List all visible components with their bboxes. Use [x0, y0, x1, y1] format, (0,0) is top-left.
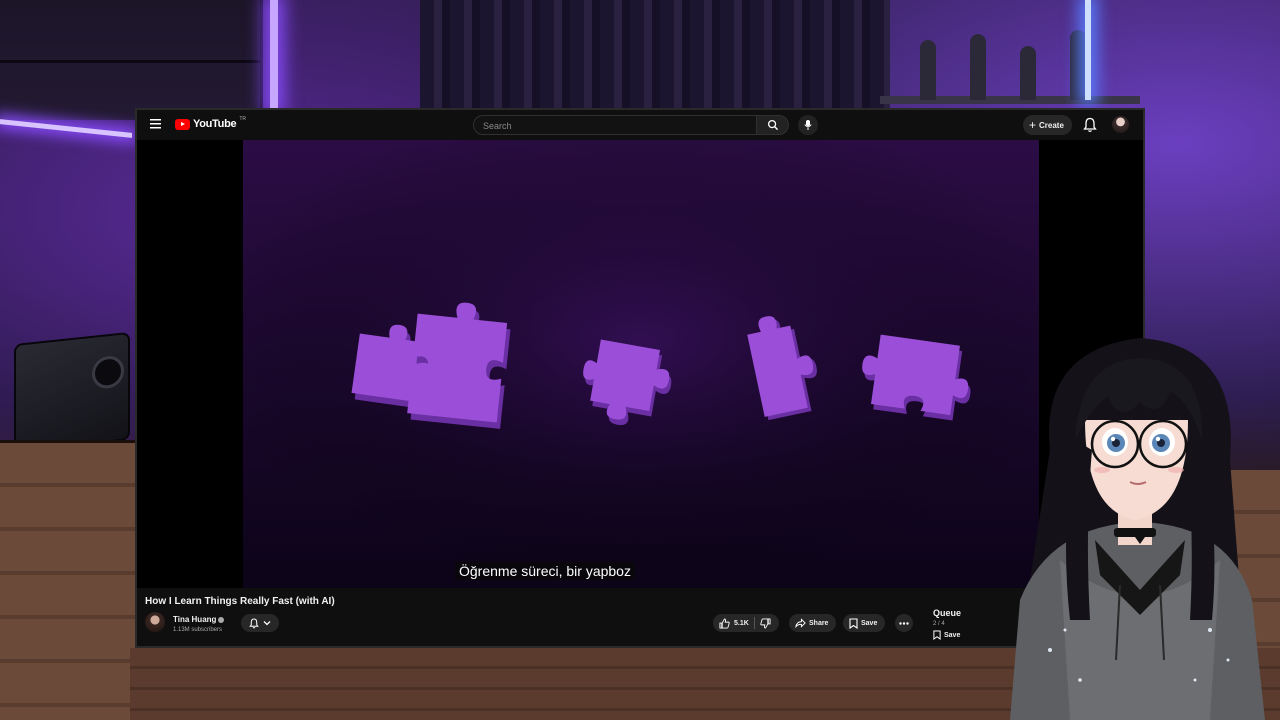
- bell-icon[interactable]: [1083, 117, 1097, 133]
- like-count[interactable]: 5.1K: [734, 620, 749, 627]
- queue-title[interactable]: Queue: [933, 608, 961, 618]
- youtube-topbar: YouTube TR + Create: [137, 110, 1143, 140]
- queue-save-button[interactable]: Save: [933, 630, 960, 640]
- bookmark-icon: [933, 630, 941, 640]
- like-dislike-group: 5.1K: [713, 614, 779, 632]
- wall-shelf: [0, 0, 263, 120]
- channel-name-text: Tina Huang: [173, 615, 217, 624]
- channel-avatar[interactable]: [145, 612, 165, 632]
- save-label: Save: [861, 619, 878, 627]
- chevron-down-icon: [263, 621, 271, 626]
- logo-text: YouTube: [193, 118, 237, 130]
- thumbs-down-icon[interactable]: [760, 617, 771, 629]
- voice-search-button[interactable]: [798, 115, 818, 135]
- search-input[interactable]: [474, 117, 756, 135]
- queue-save-label: Save: [944, 631, 961, 639]
- youtube-window: YouTube TR + Create: [135, 108, 1145, 648]
- more-horizontal-icon: [899, 621, 909, 625]
- video-details: How I Learn Things Really Fast (with AI)…: [137, 588, 1143, 646]
- like-divider: [753, 617, 755, 629]
- desk-front: [130, 648, 1280, 720]
- video-player[interactable]: Öğrenme süreci, bir yapboz: [137, 140, 1143, 588]
- verified-icon: [218, 616, 225, 623]
- bell-icon: [249, 618, 259, 628]
- account-avatar[interactable]: [1112, 116, 1129, 133]
- neon-light-left: [270, 0, 278, 110]
- plus-icon: +: [1029, 118, 1037, 132]
- more-actions-button[interactable]: [895, 614, 913, 632]
- search-icon: [767, 119, 778, 131]
- share-label: Share: [809, 619, 829, 627]
- share-icon: [795, 618, 806, 628]
- save-button[interactable]: Save: [843, 614, 886, 632]
- microphone-icon: [804, 120, 812, 130]
- youtube-logo[interactable]: YouTube TR: [175, 116, 246, 130]
- neon-light-shelf: [0, 119, 132, 138]
- menu-icon[interactable]: [150, 119, 161, 129]
- logo-region: TR: [239, 116, 246, 122]
- create-label: Create: [1039, 120, 1064, 130]
- share-button[interactable]: Share: [789, 614, 837, 632]
- search-button[interactable]: [757, 115, 789, 135]
- video-caption: Öğrenme süreci, bir yapboz: [455, 562, 635, 580]
- bookmark-icon: [849, 617, 858, 629]
- subscriber-count: 1.13M subscribers: [173, 627, 223, 633]
- puzzle-pieces-graphic: [243, 140, 1039, 588]
- subscribed-notifications-button[interactable]: [241, 614, 279, 632]
- thumbs-up-icon[interactable]: [719, 617, 730, 629]
- youtube-play-icon: [175, 118, 190, 130]
- neon-light-right: [1085, 0, 1091, 100]
- curtain: [420, 0, 890, 110]
- channel-name[interactable]: Tina Huang: [173, 615, 225, 624]
- create-button[interactable]: + Create: [1023, 115, 1072, 135]
- speaker: [14, 331, 130, 453]
- video-frame[interactable]: Öğrenme süreci, bir yapboz: [243, 140, 1039, 588]
- queue-count: 2 / 4: [933, 621, 945, 627]
- search-box: [473, 115, 757, 135]
- video-title: How I Learn Things Really Fast (with AI): [145, 596, 335, 607]
- desk-left: [0, 440, 140, 720]
